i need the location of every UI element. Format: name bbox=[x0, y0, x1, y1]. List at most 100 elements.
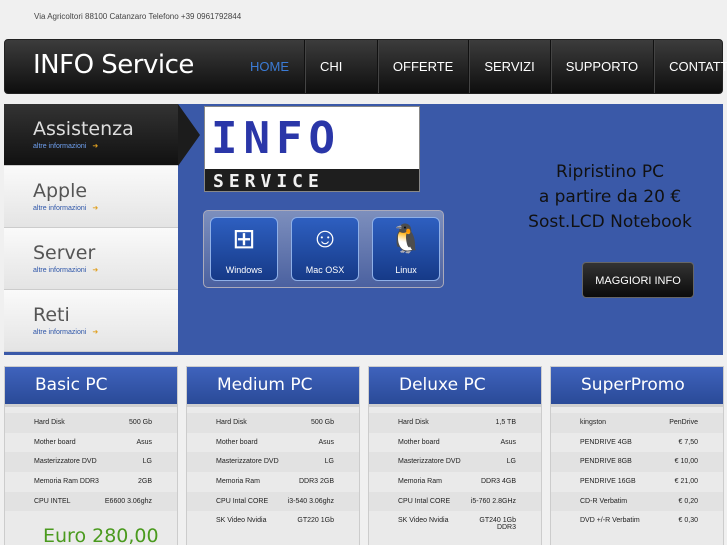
spec-label: PENDRIVE 4GB bbox=[580, 438, 632, 446]
spec-label: Masterizzatore DVD bbox=[34, 458, 97, 466]
os-label: Windows bbox=[225, 265, 263, 275]
spec-label: CPU Intal CORE bbox=[216, 497, 269, 505]
promo-line: a partire da 20 € bbox=[538, 187, 682, 207]
spec-value: € 0,30 bbox=[678, 517, 698, 525]
nav-menu: HOME CHI SIAMO OFFERTE SERVIZI SUPPORTO … bbox=[235, 40, 727, 127]
offer-card-superpromo: SuperPromo kingston PenDrive PENDRIVE 4GB… bbox=[550, 366, 724, 545]
tab-more-link[interactable]: altre informazioni ➜ bbox=[33, 266, 98, 274]
card-title: SuperPromo bbox=[581, 375, 685, 395]
feature-slider: Assistenza altre informazioni ➜ Apple alt… bbox=[4, 104, 723, 355]
promo-line: Ripristino PC bbox=[556, 162, 664, 182]
spec-label: CPU INTEL bbox=[34, 497, 71, 505]
spec-row: SK Video Nvidia GT240 1Gb DDR3 bbox=[369, 511, 541, 537]
spec-value: i3-540 3.06ghz bbox=[287, 497, 334, 505]
slider-tab-assistenza[interactable]: Assistenza altre informazioni ➜ bbox=[4, 104, 200, 166]
logo-letters: INFO bbox=[211, 113, 341, 164]
nav-servizi[interactable]: SERVIZI bbox=[468, 40, 549, 93]
main-navbar: INFO Service HOME CHI SIAMO OFFERTE SERV… bbox=[4, 39, 727, 127]
spec-label: Mother board bbox=[216, 438, 258, 446]
spec-row: kingston PenDrive bbox=[551, 413, 723, 433]
spec-value: 1,5 TB bbox=[495, 419, 517, 426]
nav-chi-siamo[interactable]: CHI SIAMO bbox=[304, 40, 377, 127]
spec-list: Hard Disk 1,5 TB Mother board Asus Masteri… bbox=[369, 413, 541, 537]
spec-value: 500 Gb bbox=[129, 419, 152, 426]
promo-text: Ripristino PC a partire da 20 € Sost.LCD… bbox=[520, 160, 700, 235]
spec-row: CPU INTEL E6600 3.06ghz bbox=[5, 491, 177, 512]
site-brand[interactable]: INFO Service bbox=[33, 50, 194, 80]
address-text: Via Agricoltori 88100 Catanzaro Telefono… bbox=[34, 12, 242, 21]
spec-row: CPU Intal CORE i5-760 2.8GHz bbox=[369, 491, 541, 512]
spec-label: Mother board bbox=[34, 438, 76, 446]
nav-home[interactable]: HOME bbox=[235, 40, 304, 93]
spec-value: LG bbox=[142, 458, 152, 466]
slider-tab-server[interactable]: Server altre informazioni ➜ bbox=[4, 228, 178, 290]
spec-value: € 0,20 bbox=[678, 497, 698, 505]
spec-value: GT240 1Gb DDR3 bbox=[479, 517, 516, 532]
spec-value: DDR3 4GB bbox=[480, 478, 516, 486]
spec-row: PENDRIVE 16GB € 21,00 bbox=[551, 472, 723, 492]
os-icons-panel: ⊞ Windows ☺ Mac OSX 🐧 Linux bbox=[203, 210, 444, 288]
tab-more-link[interactable]: altre informazioni ➜ bbox=[33, 204, 98, 212]
spec-row: Hard Disk 500 Gb bbox=[187, 413, 359, 433]
spec-row: CD-R Verbatim € 0,20 bbox=[551, 491, 723, 512]
spec-row: SK Video Nvidia GT220 1Gb bbox=[187, 511, 359, 531]
card-title: Basic PC bbox=[35, 375, 108, 395]
spec-value: € 10,00 bbox=[674, 458, 698, 466]
top-bar: Via Agricoltori 88100 Catanzaro Telefono… bbox=[0, 0, 727, 36]
tab-more-link[interactable]: altre informazioni ➜ bbox=[33, 328, 98, 336]
spec-row: Mother board Asus bbox=[369, 433, 541, 453]
arrow-right-icon: ➜ bbox=[92, 143, 99, 150]
spec-label: Hard Disk bbox=[216, 419, 247, 426]
spec-row: PENDRIVE 8GB € 10,00 bbox=[551, 452, 723, 473]
card-title: Medium PC bbox=[217, 375, 313, 395]
spec-row: Mother board Asus bbox=[187, 433, 359, 453]
offer-card-deluxe: Deluxe PC Hard Disk 1,5 TB Mother board As… bbox=[368, 366, 542, 545]
spec-list: Hard Disk 500 Gb Mother board Asus Masteri… bbox=[5, 413, 177, 512]
linux-tile[interactable]: 🐧 Linux bbox=[372, 217, 440, 281]
spec-row: PENDRIVE 4GB € 7,50 bbox=[551, 433, 723, 453]
nav-offerte[interactable]: OFFERTE bbox=[376, 40, 468, 93]
card-price: Euro 280,00 bbox=[43, 525, 159, 545]
more-info-button[interactable]: MAGGIORI INFO bbox=[582, 262, 694, 298]
spec-label: Masterizzatore DVD bbox=[216, 458, 279, 466]
arrow-right-icon: ➜ bbox=[92, 205, 99, 212]
slider-tab-reti[interactable]: Reti altre informazioni ➜ bbox=[4, 290, 178, 352]
spec-row: Hard Disk 500 Gb bbox=[5, 413, 177, 433]
spec-value: Asus bbox=[136, 438, 152, 446]
spec-label: CPU Intal CORE bbox=[398, 497, 451, 505]
spec-row: Memoria Ram DDR3 2GB bbox=[187, 472, 359, 492]
nav-contatti[interactable]: CONTATTI bbox=[653, 40, 727, 93]
tab-more-link[interactable]: altre informazioni ➜ bbox=[33, 142, 98, 150]
os-label: Mac OSX bbox=[305, 265, 345, 275]
nav-supporto[interactable]: SUPPORTO bbox=[549, 40, 653, 93]
offer-card-basic: Basic PC Hard Disk 500 Gb Mother board Asu… bbox=[4, 366, 178, 545]
promo-line: Sost.LCD Notebook bbox=[528, 212, 692, 232]
logo-subtitle: SERVICE bbox=[213, 171, 324, 192]
arrow-right-icon: ➜ bbox=[92, 267, 99, 274]
spec-value: Asus bbox=[500, 438, 516, 446]
spec-value: 2GB bbox=[137, 478, 152, 486]
spec-row: Mother board Asus bbox=[5, 433, 177, 453]
spec-row: Masterizzatore DVD LG bbox=[369, 452, 541, 473]
spec-value: 500 Gb bbox=[311, 419, 334, 426]
os-label: Linux bbox=[395, 265, 417, 275]
mac-finder-icon: ☺ bbox=[310, 222, 340, 253]
windows-tile[interactable]: ⊞ Windows bbox=[210, 217, 278, 281]
spec-label: CD-R Verbatim bbox=[580, 497, 628, 505]
spec-value: LG bbox=[506, 458, 516, 466]
windows-icon: ⊞ bbox=[232, 223, 256, 254]
offer-card-medium: Medium PC Hard Disk 500 Gb Mother board As… bbox=[186, 366, 360, 545]
slider-tab-apple[interactable]: Apple altre informazioni ➜ bbox=[4, 166, 178, 228]
mac-osx-tile[interactable]: ☺ Mac OSX bbox=[291, 217, 359, 281]
arrow-right-icon: ➜ bbox=[92, 329, 99, 336]
spec-value: € 21,00 bbox=[674, 478, 698, 486]
spec-value: GT220 1Gb bbox=[297, 517, 334, 525]
spec-list: kingston PenDrive PENDRIVE 4GB € 7,50 PEND… bbox=[551, 413, 723, 531]
slider-tabs: Assistenza altre informazioni ➜ Apple alt… bbox=[4, 104, 200, 355]
spec-value: PenDrive bbox=[669, 419, 698, 426]
spec-label: SK Video Nvidia bbox=[216, 517, 267, 525]
spec-row: CPU Intal CORE i3-540 3.06ghz bbox=[187, 491, 359, 512]
spec-row: Hard Disk 1,5 TB bbox=[369, 413, 541, 433]
spec-list: Hard Disk 500 Gb Mother board Asus Masteri… bbox=[187, 413, 359, 531]
spec-label: Memoria Ram DDR3 bbox=[34, 478, 99, 486]
